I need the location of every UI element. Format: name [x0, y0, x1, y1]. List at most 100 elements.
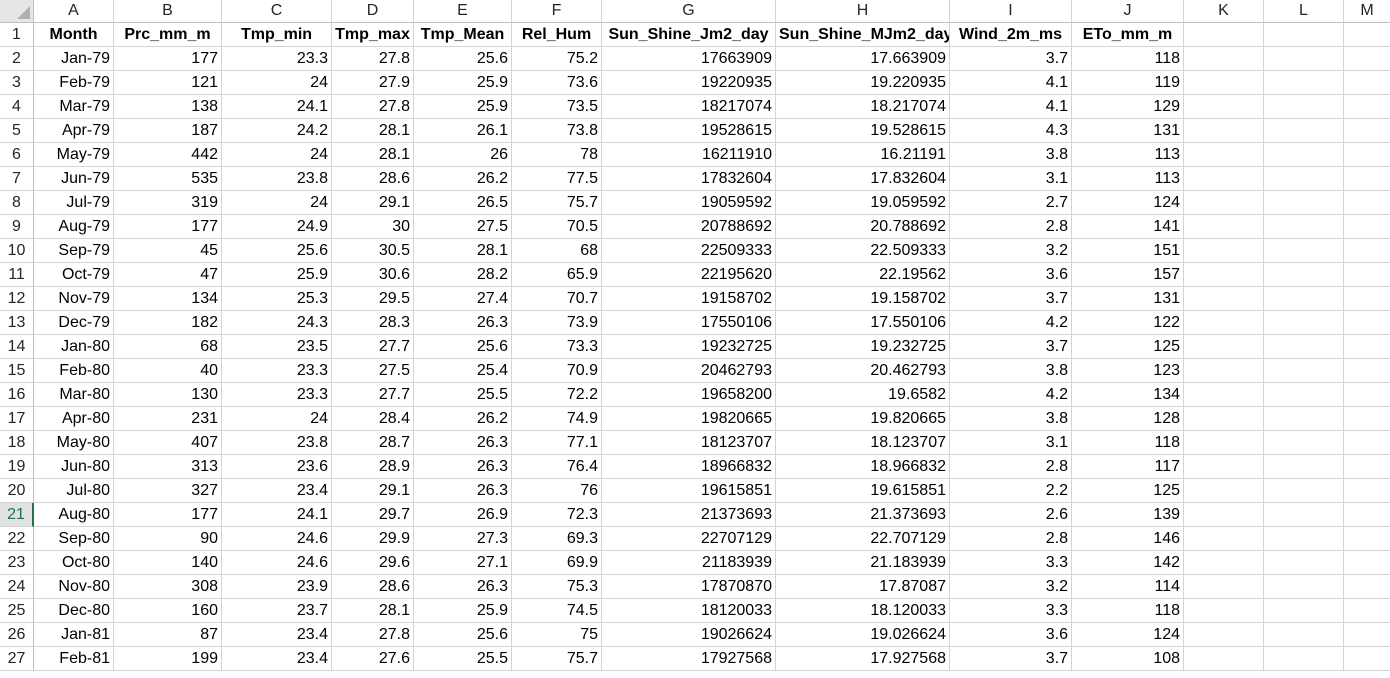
data-cell-f[interactable]: 75 — [512, 623, 602, 647]
empty-cell[interactable] — [1264, 407, 1344, 431]
data-cell-h[interactable]: 17.87087 — [776, 575, 950, 599]
data-cell-e[interactable]: 26.2 — [414, 407, 512, 431]
data-cell-f[interactable]: 73.8 — [512, 119, 602, 143]
data-cell-b[interactable]: 313 — [114, 455, 222, 479]
empty-cell[interactable] — [1344, 479, 1390, 503]
data-cell-c[interactable]: 23.8 — [222, 167, 332, 191]
data-cell-a[interactable]: Jun-79 — [34, 167, 114, 191]
data-cell-a[interactable]: Jun-80 — [34, 455, 114, 479]
data-cell-d[interactable]: 30.5 — [332, 239, 414, 263]
empty-cell[interactable] — [1184, 167, 1264, 191]
data-cell-f[interactable]: 78 — [512, 143, 602, 167]
data-cell-c[interactable]: 24.1 — [222, 503, 332, 527]
empty-cell[interactable] — [1184, 527, 1264, 551]
data-cell-b[interactable]: 182 — [114, 311, 222, 335]
data-cell-a[interactable]: Feb-79 — [34, 71, 114, 95]
data-cell-c[interactable]: 25.6 — [222, 239, 332, 263]
empty-cell[interactable] — [1344, 647, 1390, 671]
empty-cell[interactable] — [1344, 215, 1390, 239]
data-cell-i[interactable]: 4.2 — [950, 383, 1072, 407]
empty-cell[interactable] — [1264, 167, 1344, 191]
data-cell-h[interactable]: 19.528615 — [776, 119, 950, 143]
data-cell-a[interactable]: Nov-80 — [34, 575, 114, 599]
data-cell-c[interactable]: 24.3 — [222, 311, 332, 335]
select-all-corner[interactable] — [0, 0, 34, 23]
column-header-l[interactable]: L — [1264, 0, 1344, 23]
data-cell-c[interactable]: 23.3 — [222, 383, 332, 407]
data-cell-e[interactable]: 28.2 — [414, 263, 512, 287]
data-cell-i[interactable]: 3.1 — [950, 167, 1072, 191]
data-cell-f[interactable]: 65.9 — [512, 263, 602, 287]
data-cell-h[interactable]: 19.220935 — [776, 71, 950, 95]
data-cell-g[interactable]: 17870870 — [602, 575, 776, 599]
empty-cell[interactable] — [1344, 431, 1390, 455]
row-header[interactable]: 20 — [0, 479, 34, 503]
data-cell-b[interactable]: 160 — [114, 599, 222, 623]
data-cell-e[interactable]: 26.9 — [414, 503, 512, 527]
data-cell-g[interactable]: 20788692 — [602, 215, 776, 239]
data-cell-h[interactable]: 17.663909 — [776, 47, 950, 71]
data-cell-b[interactable]: 130 — [114, 383, 222, 407]
data-cell-d[interactable]: 27.7 — [332, 335, 414, 359]
data-cell-f[interactable]: 76 — [512, 479, 602, 503]
data-cell-f[interactable]: 75.7 — [512, 191, 602, 215]
data-cell-e[interactable]: 27.3 — [414, 527, 512, 551]
column-header-g[interactable]: G — [602, 0, 776, 23]
empty-cell[interactable] — [1184, 143, 1264, 167]
data-cell-j[interactable]: 129 — [1072, 95, 1184, 119]
row-header[interactable]: 11 — [0, 263, 34, 287]
data-cell-d[interactable]: 28.9 — [332, 455, 414, 479]
data-cell-b[interactable]: 187 — [114, 119, 222, 143]
empty-cell[interactable] — [1264, 95, 1344, 119]
header-cell-d[interactable]: Tmp_max — [332, 23, 414, 47]
empty-cell[interactable] — [1184, 623, 1264, 647]
data-cell-e[interactable]: 26.5 — [414, 191, 512, 215]
empty-cell[interactable] — [1264, 359, 1344, 383]
data-cell-f[interactable]: 75.2 — [512, 47, 602, 71]
data-cell-d[interactable]: 28.1 — [332, 143, 414, 167]
data-cell-j[interactable]: 122 — [1072, 311, 1184, 335]
data-cell-e[interactable]: 27.1 — [414, 551, 512, 575]
empty-cell[interactable] — [1184, 479, 1264, 503]
row-header[interactable]: 16 — [0, 383, 34, 407]
data-cell-h[interactable]: 20.788692 — [776, 215, 950, 239]
empty-cell[interactable] — [1344, 71, 1390, 95]
data-cell-i[interactable]: 4.2 — [950, 311, 1072, 335]
empty-cell[interactable] — [1184, 287, 1264, 311]
data-cell-f[interactable]: 76.4 — [512, 455, 602, 479]
empty-cell[interactable] — [1264, 239, 1344, 263]
data-cell-g[interactable]: 19026624 — [602, 623, 776, 647]
row-header[interactable]: 27 — [0, 647, 34, 671]
data-cell-g[interactable]: 16211910 — [602, 143, 776, 167]
empty-cell[interactable] — [1344, 407, 1390, 431]
data-cell-d[interactable]: 30 — [332, 215, 414, 239]
empty-cell[interactable] — [1264, 311, 1344, 335]
empty-cell[interactable] — [1344, 359, 1390, 383]
data-cell-b[interactable]: 45 — [114, 239, 222, 263]
row-header[interactable]: 19 — [0, 455, 34, 479]
data-cell-b[interactable]: 407 — [114, 431, 222, 455]
data-cell-a[interactable]: May-79 — [34, 143, 114, 167]
data-cell-f[interactable]: 77.5 — [512, 167, 602, 191]
data-cell-b[interactable]: 231 — [114, 407, 222, 431]
data-cell-g[interactable]: 19528615 — [602, 119, 776, 143]
row-header[interactable]: 3 — [0, 71, 34, 95]
data-cell-g[interactable]: 19158702 — [602, 287, 776, 311]
data-cell-g[interactable]: 18123707 — [602, 431, 776, 455]
data-cell-b[interactable]: 47 — [114, 263, 222, 287]
empty-cell[interactable] — [1264, 263, 1344, 287]
empty-cell[interactable] — [1184, 431, 1264, 455]
data-cell-d[interactable]: 30.6 — [332, 263, 414, 287]
data-cell-h[interactable]: 18.966832 — [776, 455, 950, 479]
data-cell-h[interactable]: 16.21191 — [776, 143, 950, 167]
data-cell-a[interactable]: Jul-79 — [34, 191, 114, 215]
data-cell-g[interactable]: 18217074 — [602, 95, 776, 119]
data-cell-h[interactable]: 18.217074 — [776, 95, 950, 119]
empty-cell[interactable] — [1344, 23, 1390, 47]
data-cell-g[interactable]: 19658200 — [602, 383, 776, 407]
data-cell-d[interactable]: 29.1 — [332, 479, 414, 503]
data-cell-c[interactable]: 23.6 — [222, 455, 332, 479]
data-cell-d[interactable]: 27.8 — [332, 623, 414, 647]
data-cell-f[interactable]: 69.3 — [512, 527, 602, 551]
header-cell-c[interactable]: Tmp_min — [222, 23, 332, 47]
